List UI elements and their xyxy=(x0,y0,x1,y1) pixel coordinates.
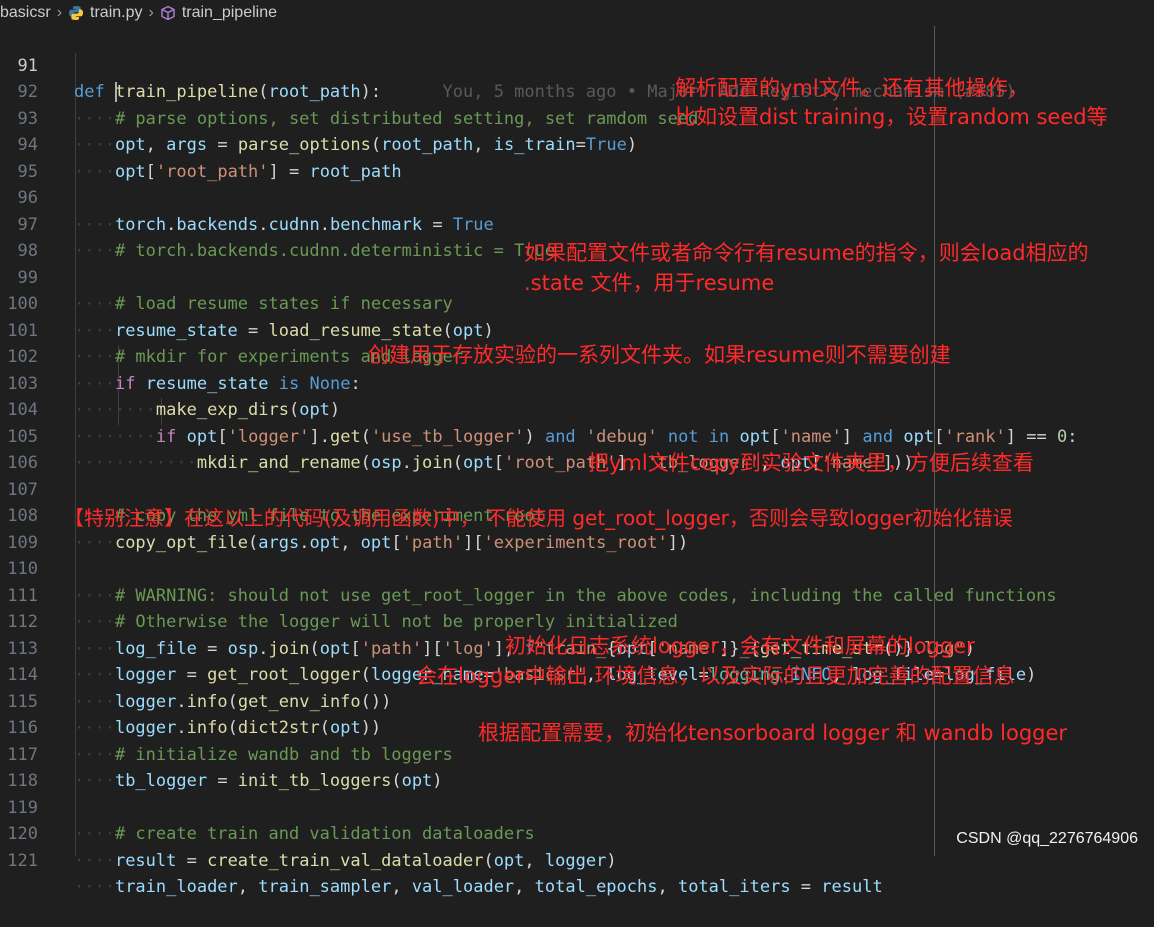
code-line-104[interactable]: 104 ········if opt['logger'].get('use_tb… xyxy=(0,371,1154,447)
annotation-tb-logger: 根据配置需要，初始化tensorboard logger 和 wandb log… xyxy=(478,721,1068,745)
annotation-init-logger: 初始化日志系统logger，会有文件和屏幕的logger xyxy=(505,634,975,658)
code-line-116[interactable]: 116 ····# initialize wandb and tb logger… xyxy=(0,689,1154,765)
annotation-make-dirs: 创建用于存放实验的一系列文件夹。如果resume则不需要创建 xyxy=(368,343,951,367)
breadcrumb-file-label: train.py xyxy=(90,4,143,21)
annotation-resume-state-detail: .state 文件，用于resume xyxy=(524,271,775,295)
method-cube-icon xyxy=(161,5,175,21)
code-text: ····result = create_train_val_dataloader… xyxy=(74,850,617,871)
breadcrumb-folder-label: basicsr xyxy=(0,4,51,21)
annotation-warning: 【特别注意】在这以上的代码(及调用函数)中， 不能使用 get_root_log… xyxy=(64,506,1013,530)
breadcrumb-folder[interactable]: basicsr xyxy=(0,4,51,22)
code-line-91[interactable]: 91 def train_pipeline(root_path): You, 5… xyxy=(0,26,1154,102)
code-line-110[interactable]: 110 ····# WARNING: should not use get_ro… xyxy=(0,530,1154,606)
code-line-97[interactable]: 97 ····# torch.backends.cudnn.determinis… xyxy=(0,185,1154,262)
breadcrumb-file[interactable]: train.py xyxy=(68,4,142,22)
chevron-right-icon: › xyxy=(148,4,154,21)
breadcrumb-symbol[interactable]: train_pipeline xyxy=(160,4,277,22)
code-line-98[interactable]: 98 xyxy=(0,212,1154,261)
code-line-102[interactable]: 102 ····if resume_state is None: xyxy=(0,318,1154,394)
code-line-106[interactable]: 106 xyxy=(0,424,1154,473)
code-line-113[interactable]: 113 ····logger = get_root_logger(logger_… xyxy=(0,609,1154,686)
code-line-108[interactable]: 108 ····copy_opt_file(args.opt, opt['pat… xyxy=(0,477,1154,553)
chevron-right-icon: › xyxy=(56,4,63,21)
python-icon xyxy=(69,6,84,20)
code-line-95[interactable]: 95 xyxy=(0,132,1154,182)
annotation-parse-options: 解析配置的yml文件。还有其他操作， xyxy=(675,76,1029,100)
code-line-119[interactable]: 119 ····# create train and validation da… xyxy=(0,768,1154,845)
code-line-112[interactable]: 112 ····log_file = osp.join(opt['path'][… xyxy=(0,583,1154,659)
annotation-resume-state: 如果配置文件或者命令行有resume的指令，则会load相应的 xyxy=(524,241,1089,265)
annotation-copy-opt: 把yml文件copy到实验文件夹里，方便后续查看 xyxy=(588,451,1034,475)
code-line-120[interactable]: 120 ····result = create_train_val_datalo… xyxy=(0,795,1154,871)
annotation-parse-options-detail: 比如设置dist training，设置random seed等 xyxy=(675,105,1108,129)
code-line-105[interactable]: 105 ············mkdir_and_rename(osp.joi… xyxy=(0,397,1154,474)
line-number: 121 xyxy=(7,850,38,871)
code-line-111[interactable]: 111 ····# Otherwise the logger will not … xyxy=(0,556,1154,633)
breadcrumb-symbol-label: train_pipeline xyxy=(181,4,277,21)
code-text: ····train_loader, train_sampler, val_loa… xyxy=(74,877,883,897)
watermark: CSDN @qq_2276764906 xyxy=(956,830,1138,848)
code-line-96[interactable]: 96 ····torch.backends.cudnn.benchmark = … xyxy=(0,159,1154,235)
breadcrumb: basicsr › train.py › train_pipeline xyxy=(0,0,1154,26)
annotation-logger-info: 会在logger中输出 环境信息，以及实际的且更加完善的配置信息 xyxy=(416,664,1015,688)
